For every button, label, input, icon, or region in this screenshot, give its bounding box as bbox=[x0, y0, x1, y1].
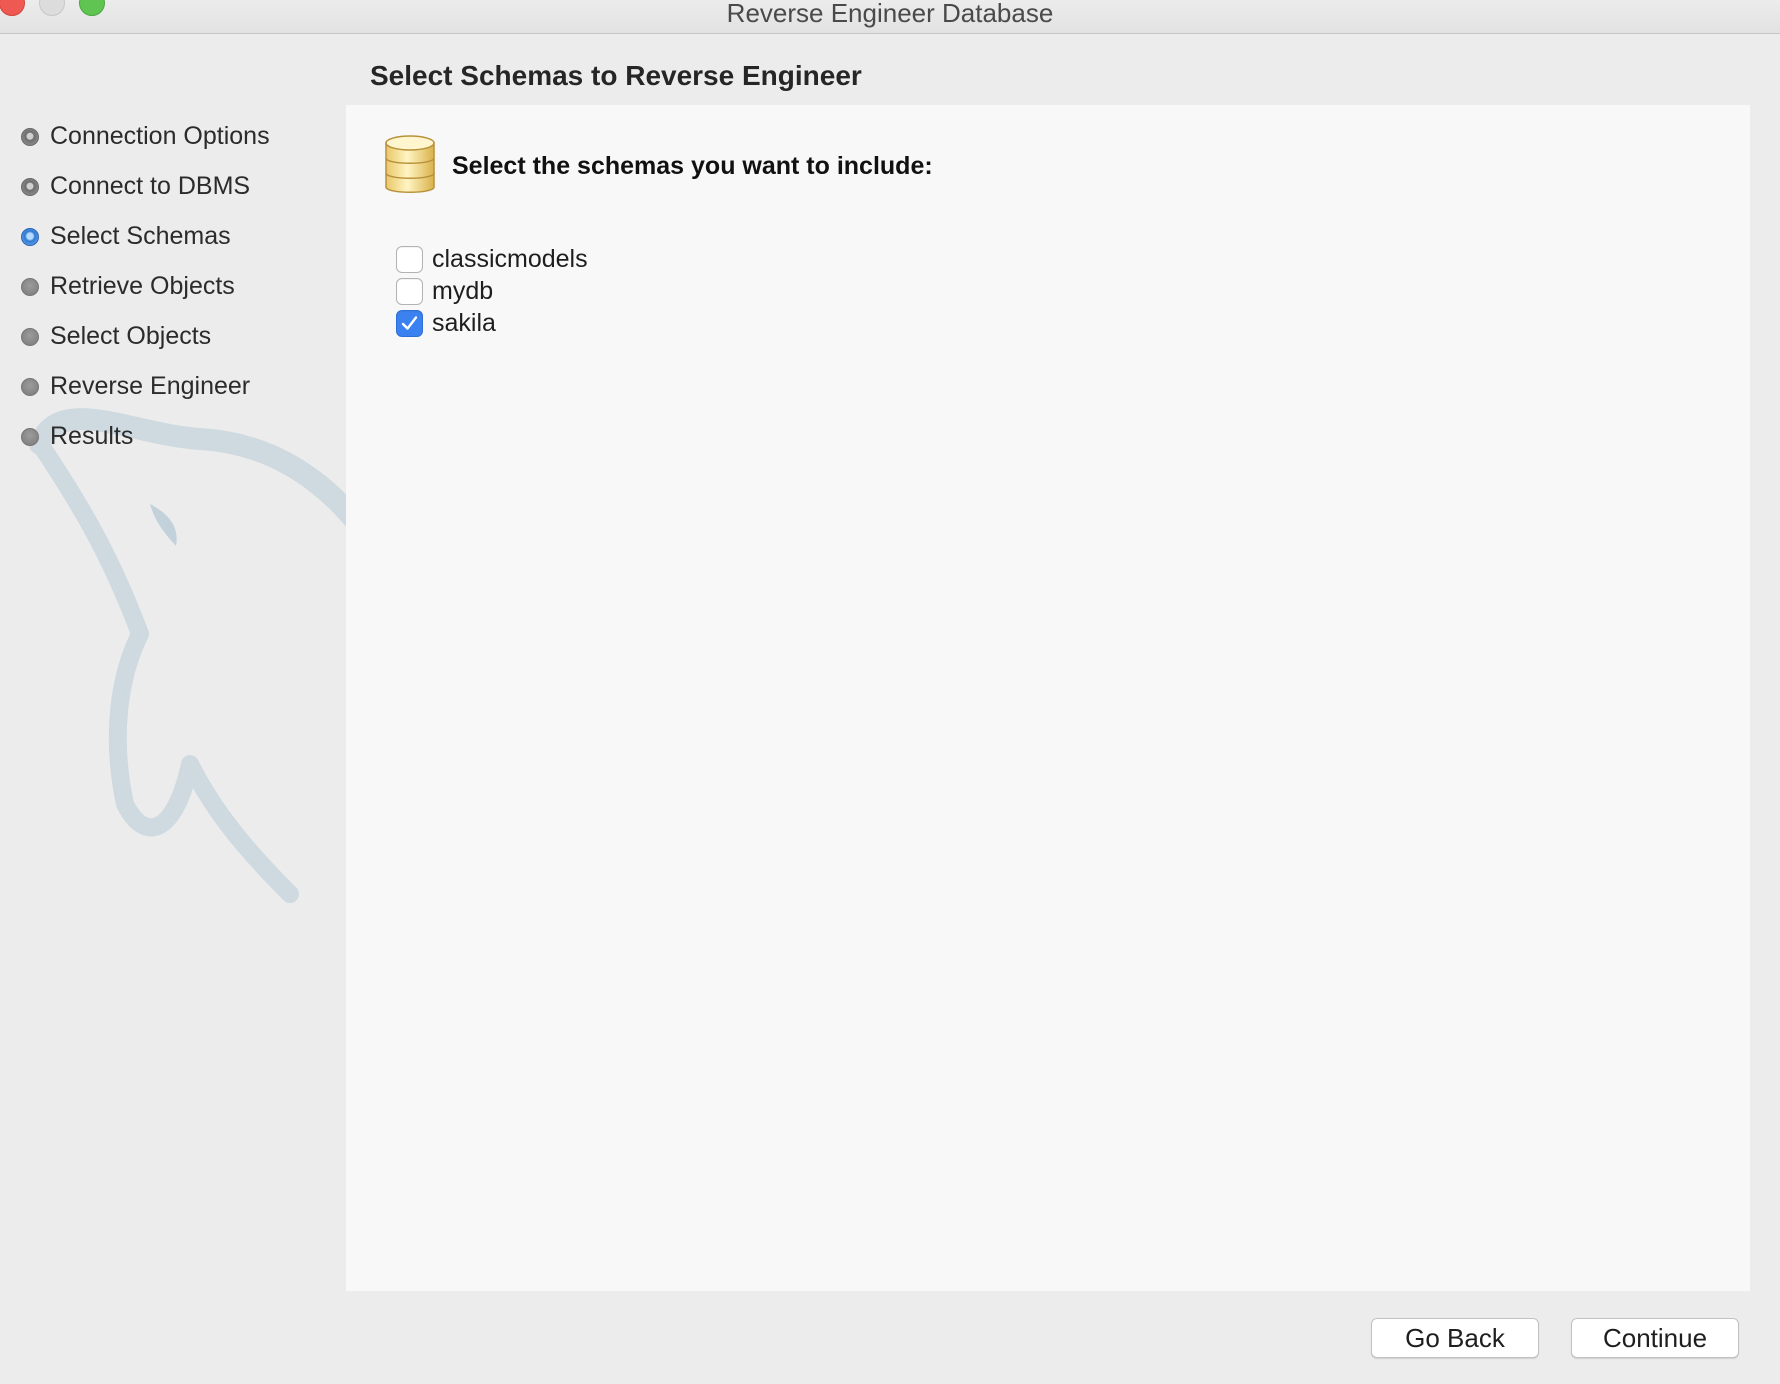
schema-list: classicmodels mydb sakila bbox=[396, 243, 588, 339]
checkmark-icon bbox=[401, 316, 418, 330]
continue-button[interactable]: Continue bbox=[1571, 1318, 1739, 1358]
title-bar: Reverse Engineer Database bbox=[0, 0, 1780, 34]
wizard-step-select-schemas: Select Schemas bbox=[20, 211, 270, 261]
step-current-indicator-icon bbox=[21, 228, 39, 246]
schema-prompt: Select the schemas you want to include: bbox=[452, 152, 933, 180]
window-title: Reverse Engineer Database bbox=[726, 0, 1054, 28]
schema-item-sakila[interactable]: sakila bbox=[396, 307, 588, 339]
wizard-step-connection-options: Connection Options bbox=[20, 111, 270, 161]
step-label: Results bbox=[50, 422, 134, 450]
schema-label: classicmodels bbox=[432, 245, 588, 273]
wizard-steps-sidebar: Connection Options Connect to DBMS Selec… bbox=[0, 34, 346, 1384]
schema-item-classicmodels[interactable]: classicmodels bbox=[396, 243, 588, 275]
step-done-indicator-icon bbox=[21, 178, 39, 196]
wizard-steps-list: Connection Options Connect to DBMS Selec… bbox=[20, 111, 270, 461]
step-pending-indicator-icon bbox=[21, 278, 39, 296]
schema-label: mydb bbox=[432, 277, 494, 305]
wizard-step-retrieve-objects: Retrieve Objects bbox=[20, 261, 270, 311]
wizard-step-connect-to-dbms: Connect to DBMS bbox=[20, 161, 270, 211]
page-title: Select Schemas to Reverse Engineer bbox=[370, 60, 862, 91]
wizard-step-reverse-engineer: Reverse Engineer bbox=[20, 361, 270, 411]
step-pending-indicator-icon bbox=[21, 328, 39, 346]
schema-checkbox-classicmodels[interactable] bbox=[396, 246, 423, 273]
go-back-button[interactable]: Go Back bbox=[1371, 1318, 1539, 1358]
schema-selection-panel: Select the schemas you want to include: … bbox=[346, 105, 1750, 1291]
step-label: Select Schemas bbox=[50, 222, 231, 250]
wizard-step-select-objects: Select Objects bbox=[20, 311, 270, 361]
wizard-step-results: Results bbox=[20, 411, 270, 461]
reverse-engineer-window: Reverse Engineer Database Connection Opt… bbox=[0, 0, 1780, 1384]
step-done-indicator-icon bbox=[21, 128, 39, 146]
schema-item-mydb[interactable]: mydb bbox=[396, 275, 588, 307]
step-pending-indicator-icon bbox=[21, 378, 39, 396]
database-icon bbox=[385, 135, 435, 193]
step-label: Connect to DBMS bbox=[50, 172, 251, 200]
step-pending-indicator-icon bbox=[21, 428, 39, 446]
schema-checkbox-mydb[interactable] bbox=[396, 278, 423, 305]
schema-label: sakila bbox=[432, 309, 496, 337]
step-label: Select Objects bbox=[50, 322, 212, 350]
step-label: Retrieve Objects bbox=[50, 272, 235, 300]
schema-checkbox-sakila[interactable] bbox=[396, 310, 423, 337]
step-label: Reverse Engineer bbox=[50, 372, 251, 400]
step-label: Connection Options bbox=[50, 122, 270, 150]
